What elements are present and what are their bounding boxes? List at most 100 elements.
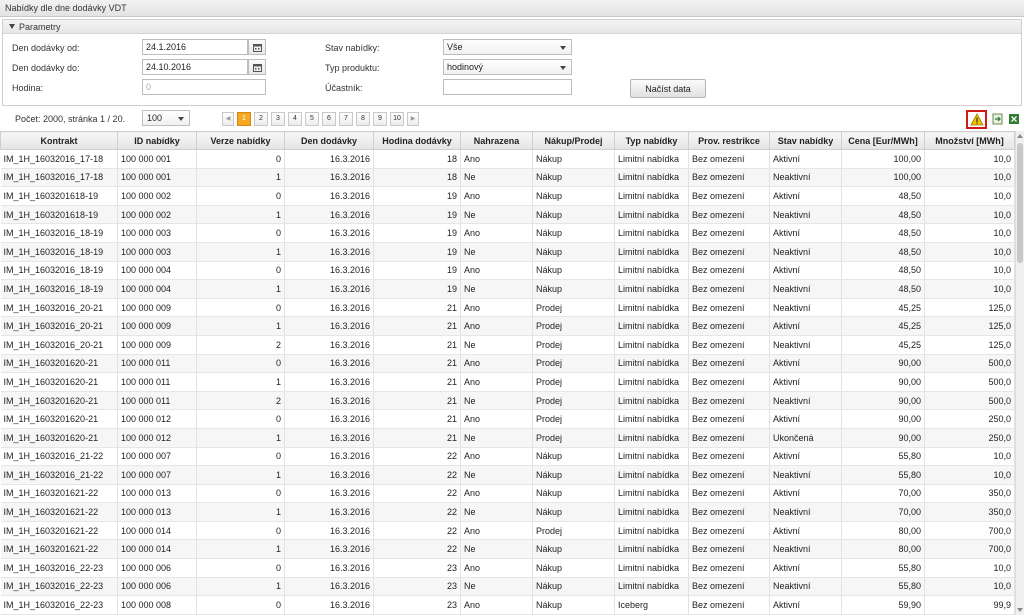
table-row[interactable]: IM_1H_16032016_21-22 100 000 007 1 16.3.201… (0, 465, 1015, 485)
table-cell: Aktivní (769, 186, 842, 206)
table-row[interactable]: IM_1H_1603201620-21 100 000 011 0 16.3.2016… (0, 354, 1015, 374)
table-row[interactable]: IM_1H_1603201621-22 100 000 014 0 16.3.2016… (0, 521, 1015, 541)
table-row[interactable]: IM_1H_1603201621-22 100 000 013 0 16.3.2016… (0, 484, 1015, 504)
table-cell: 125,0 (924, 316, 1015, 336)
page-button[interactable]: 8 (356, 112, 370, 126)
table-row[interactable]: IM_1H_1603201620-21 100 000 012 1 16.3.2016… (0, 428, 1015, 448)
column-header[interactable]: Den dodávky (284, 131, 374, 150)
table-row[interactable]: IM_1H_1603201621-22 100 000 013 1 16.3.2016… (0, 502, 1015, 522)
scroll-down-icon[interactable] (1017, 608, 1023, 612)
last-page-button[interactable]: ▶ (407, 112, 419, 126)
table-cell: Limitní nabídka (614, 539, 689, 560)
column-header[interactable]: Cena [Eur/MWh] (841, 131, 925, 150)
scroll-thumb[interactable] (1017, 143, 1023, 263)
table-cell: 16.3.2016 (284, 279, 374, 299)
column-header[interactable]: ID nabídky (117, 131, 197, 150)
table-row[interactable]: IM_1H_16032016_20-21 100 000 009 1 16.3.201… (0, 316, 1015, 336)
table-cell: IM_1H_16032016_22-23 (0, 558, 118, 578)
table-row[interactable]: IM_1H_16032016_22-23 100 000 006 0 16.3.201… (0, 558, 1015, 578)
typ-select[interactable]: hodinový (443, 59, 572, 75)
table-cell: 16.3.2016 (284, 428, 374, 448)
table-cell: 1 (196, 372, 285, 392)
vertical-scrollbar[interactable] (1015, 131, 1024, 615)
table-row[interactable]: IM_1H_16032016_21-22 100 000 007 0 16.3.201… (0, 447, 1015, 467)
page-size-select[interactable]: 100 (142, 110, 190, 126)
table-cell: Limitní nabídka (614, 521, 689, 541)
table-cell: 100 000 006 (117, 558, 197, 578)
parameters-header[interactable]: Parametry (3, 20, 1021, 34)
ucastnik-field[interactable] (443, 79, 572, 95)
table-row[interactable]: IM_1H_1603201618-19 100 000 002 1 16.3.2016… (0, 205, 1015, 225)
column-header[interactable]: Množství [MWh] (924, 131, 1015, 150)
table-cell: Ano (460, 223, 533, 243)
calendar-icon (253, 64, 262, 72)
table-row[interactable]: IM_1H_1603201621-22 100 000 014 1 16.3.2016… (0, 539, 1015, 560)
table-row[interactable]: IM_1H_16032016_22-23 100 000 006 1 16.3.201… (0, 577, 1015, 597)
column-header[interactable]: Typ nabídky (614, 131, 689, 150)
table-row[interactable]: IM_1H_16032016_20-21 100 000 009 2 16.3.201… (0, 335, 1015, 355)
den-do-calendar-button[interactable] (248, 59, 266, 75)
den-od-field[interactable]: 24.1.2016 (142, 39, 248, 55)
page-button[interactable]: 5 (305, 112, 319, 126)
table-row[interactable]: IM_1H_1603201620-21 100 000 011 1 16.3.2016… (0, 372, 1015, 392)
column-header[interactable]: Verze nabídky (196, 131, 285, 150)
column-header[interactable]: Stav nabídky (769, 131, 842, 150)
table-cell: 16.3.2016 (284, 558, 374, 578)
table-cell: 100 000 004 (117, 279, 197, 299)
stav-select[interactable]: Vše (443, 39, 572, 55)
page-button[interactable]: 4 (288, 112, 302, 126)
table-row[interactable]: IM_1H_16032016_18-19 100 000 004 0 16.3.201… (0, 261, 1015, 281)
table-cell: 16.3.2016 (284, 354, 374, 374)
hodina-field[interactable]: 0 (142, 79, 266, 95)
table-cell: Aktivní (769, 521, 842, 541)
table-cell: IM_1H_16032016_18-19 (0, 279, 118, 299)
table-cell: 19 (373, 223, 461, 243)
table-row[interactable]: IM_1H_16032016_18-19 100 000 003 0 16.3.201… (0, 223, 1015, 243)
excel-icon[interactable] (1008, 113, 1020, 125)
load-data-button[interactable]: Načíst data (630, 79, 706, 98)
warning-button[interactable] (966, 110, 987, 129)
table-cell: 10,0 (924, 558, 1015, 578)
table-cell: Prodej (532, 335, 615, 355)
table-cell: Prodej (532, 298, 615, 318)
den-do-field[interactable]: 24.10.2016 (142, 59, 248, 75)
export-icon[interactable] (992, 113, 1004, 125)
page-button[interactable]: 6 (322, 112, 336, 126)
table-row[interactable]: IM_1H_16032016_17-18 100 000 001 1 16.3.201… (0, 168, 1015, 188)
table-row[interactable]: IM_1H_16032016_18-19 100 000 004 1 16.3.201… (0, 279, 1015, 299)
table-cell: Ano (460, 149, 533, 169)
table-cell: 10,0 (924, 223, 1015, 243)
table-row[interactable]: IM_1H_16032016_18-19 100 000 003 1 16.3.201… (0, 242, 1015, 262)
table-row[interactable]: IM_1H_16032016_20-21 100 000 009 0 16.3.201… (0, 298, 1015, 318)
page-button[interactable]: 10 (390, 112, 404, 126)
column-header[interactable]: Nákup/Prodej (532, 131, 615, 150)
column-header[interactable]: Hodina dodávky (373, 131, 461, 150)
table-row[interactable]: IM_1H_1603201620-21 100 000 012 0 16.3.2016… (0, 409, 1015, 429)
column-header[interactable]: Nahrazena (460, 131, 533, 150)
table-cell: 350,0 (924, 484, 1015, 504)
table-cell: IM_1H_16032016_21-22 (0, 465, 118, 485)
table-cell: 90,00 (841, 428, 925, 448)
page-button[interactable]: 3 (271, 112, 285, 126)
column-header[interactable]: Prov. restrikce (688, 131, 770, 150)
table-cell: Ano (460, 521, 533, 541)
collapse-arrow-icon[interactable] (9, 24, 15, 29)
table-cell: 1 (196, 502, 285, 522)
table-row[interactable]: IM_1H_1603201618-19 100 000 002 0 16.3.2016… (0, 186, 1015, 206)
chevron-down-icon (178, 117, 184, 121)
table-cell: Bez omezení (688, 242, 770, 262)
table-cell: Neaktivní (769, 577, 842, 597)
table-row[interactable]: IM_1H_1603201620-21 100 000 011 2 16.3.2016… (0, 391, 1015, 411)
first-page-button[interactable]: ◀ (222, 112, 234, 126)
column-header[interactable]: Kontrakt (0, 131, 118, 150)
scroll-up-icon[interactable] (1017, 134, 1023, 138)
table-cell: Limitní nabídka (614, 168, 689, 188)
page-button[interactable]: 9 (373, 112, 387, 126)
page-button[interactable]: 1 (237, 112, 251, 126)
table-row[interactable]: IM_1H_16032016_22-23 100 000 008 0 16.3.201… (0, 595, 1015, 615)
page-button[interactable]: 7 (339, 112, 353, 126)
page-button[interactable]: 2 (254, 112, 268, 126)
table-cell: IM_1H_16032016_17-18 (0, 149, 118, 169)
den-od-calendar-button[interactable] (248, 39, 266, 55)
table-row[interactable]: IM_1H_16032016_17-18 100 000 001 0 16.3.201… (0, 149, 1015, 169)
